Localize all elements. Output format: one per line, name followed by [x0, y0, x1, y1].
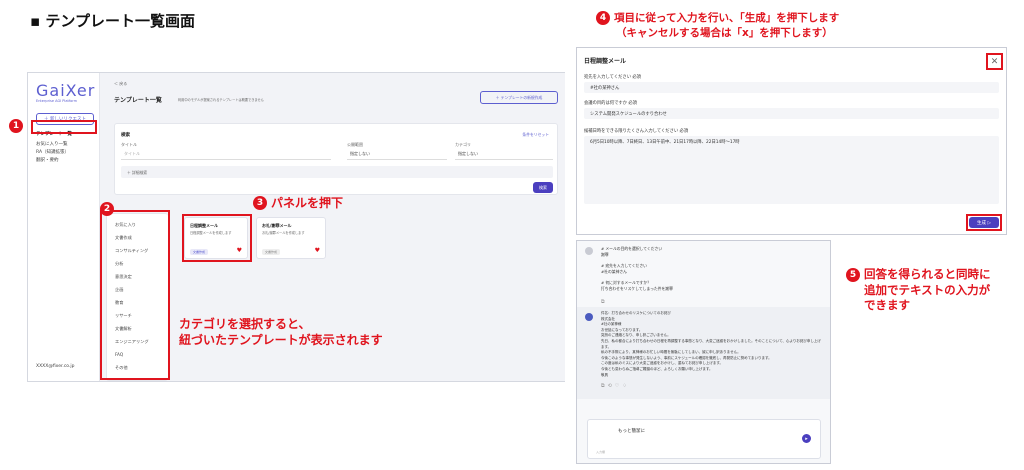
user-account[interactable]: XXXX@fixer.co.jp	[36, 364, 75, 369]
category-annotation-line2: 紐づいたテンプレートが表示されます	[179, 333, 383, 347]
advanced-search-toggle[interactable]: ＋ 詳細検索	[121, 166, 553, 178]
sidebar-item-favorites[interactable]: お気に入り一覧	[36, 141, 68, 147]
annotation-5-line2: 追加でテキストの入力が	[864, 283, 991, 297]
user-message-line: 打ち合わせをリスケしてしまった件を謝罪	[601, 286, 673, 291]
copy-icon[interactable]: ⧉	[601, 299, 605, 305]
chat-panel: # メールの目的を選択してください 謝罪 # 宛先を入力してください #社の某神…	[576, 240, 831, 464]
template-card-desc: お礼/謝罪メールを作成します	[262, 231, 305, 235]
annotation-4-line2: （キャンセルする場合は「x」を押下します）	[616, 27, 833, 39]
annotation-2-badge: 2	[100, 202, 114, 216]
send-button[interactable]: ▸	[802, 434, 811, 443]
close-button[interactable]: ✕	[986, 53, 1003, 70]
page-heading: テンプレート一覧	[114, 97, 162, 104]
generation-form: 日程調整メール ✕ 宛先を入力してください 必須 #社の某神さん 会議の目的は何…	[576, 47, 1007, 235]
template-card[interactable]: お礼/謝罪メール お礼/謝罪メールを作成します 文書作成 ♥	[256, 217, 326, 259]
category-annotation-line1: カテゴリを選択すると、	[179, 317, 311, 331]
chat-input-hint: 入力欄	[596, 450, 606, 454]
back-link[interactable]: ＜ 戻る	[114, 81, 127, 87]
annotation-1-badge: 1	[9, 119, 23, 133]
question-3-label: 候補日時をできる限りたくさん入力してください 必須	[584, 129, 689, 134]
app-logo: GaiXer	[36, 81, 96, 100]
template-card-tag: 文書作成	[262, 249, 281, 255]
category-annotation: カテゴリを選択すると、 紐づいたテンプレートが表示されます	[179, 316, 383, 348]
page-title: ▪ テンプレート一覧画面	[30, 12, 195, 30]
sidebar-item-translate[interactable]: 翻訳・要約	[36, 157, 59, 163]
annotation-5-line1: 回答を得られると同時に	[864, 267, 991, 281]
bot-message-line: 先日、私の都合により打ち合わせの日程を再調整する事態となり、大変ご迷惑をおかけし…	[601, 338, 821, 349]
user-avatar	[585, 247, 593, 255]
heart-icon[interactable]: ♥	[315, 247, 320, 254]
user-message-line: # メールの目的を選択してください	[601, 246, 663, 251]
question-1-input[interactable]: #社の某神さん	[584, 82, 999, 93]
form-title: 日程調整メール	[584, 58, 627, 65]
annotation-5-badge: 5	[846, 267, 860, 282]
scope-select[interactable]: 指定しない	[347, 148, 447, 160]
feedback-icons[interactable]: ⧉⟲♡♢	[601, 383, 630, 389]
bot-avatar	[585, 313, 593, 321]
page-description: 利用中のモデルが提案されるテンプレートは概要できません	[178, 98, 264, 102]
annotation-4-line1: 項目に従って入力を行い、「生成」を押下します	[614, 12, 840, 24]
annotation-4-badge: 4	[596, 10, 610, 25]
annotation-3-badge: 3	[253, 195, 267, 210]
question-2-input[interactable]: システム開発スケジュールのすり合わせ	[584, 108, 999, 119]
app-logo-subtitle: Enterprise AGI Platform	[36, 99, 78, 103]
annotation-5-line3: できます	[864, 298, 910, 312]
sidebar-item-ra[interactable]: RA（知識拡張）	[36, 149, 69, 155]
highlight-categories	[100, 210, 170, 380]
search-card: 検索 条件をリセット タイトル タイトル 公開範囲 指定しない カテゴリ 指定し…	[114, 123, 558, 195]
question-3-input[interactable]: 6月5日10時以降、7日終日、13日午前中、21日17時以降、22日14時〜17…	[584, 136, 999, 204]
user-message: # メールの目的を選択してください 謝罪 # 宛先を入力してください #社の某神…	[601, 246, 673, 292]
bot-message: 件名：打ち合わせのリスケについてのお詫び 株式会社 #社の某神様 お世話になって…	[601, 311, 823, 378]
new-template-button[interactable]: ＋ テンプレートの新規作成	[480, 91, 558, 104]
search-title: 検索	[121, 133, 130, 138]
reset-link[interactable]: 条件をリセット	[522, 132, 549, 138]
category-select[interactable]: 指定しない	[455, 148, 553, 160]
chat-input[interactable]: もっと簡潔に	[618, 428, 645, 434]
title-input[interactable]: タイトル	[121, 148, 331, 160]
search-button[interactable]: 検索	[533, 182, 553, 193]
template-card-title: お礼/謝罪メール	[262, 223, 292, 228]
generate-button[interactable]: 生成 ▷	[969, 217, 999, 228]
chat-input-box[interactable]: もっと簡潔に 入力欄 ▸	[587, 419, 821, 459]
question-2-label: 会議の目的は何ですか 必須	[584, 101, 637, 106]
question-1-label: 宛先を入力してください 必須	[584, 75, 641, 80]
highlight-templates	[31, 120, 97, 134]
annotation-3-text: パネルを押下	[271, 196, 344, 210]
bot-message-line: 敬具	[601, 372, 608, 377]
highlight-card	[182, 214, 252, 262]
